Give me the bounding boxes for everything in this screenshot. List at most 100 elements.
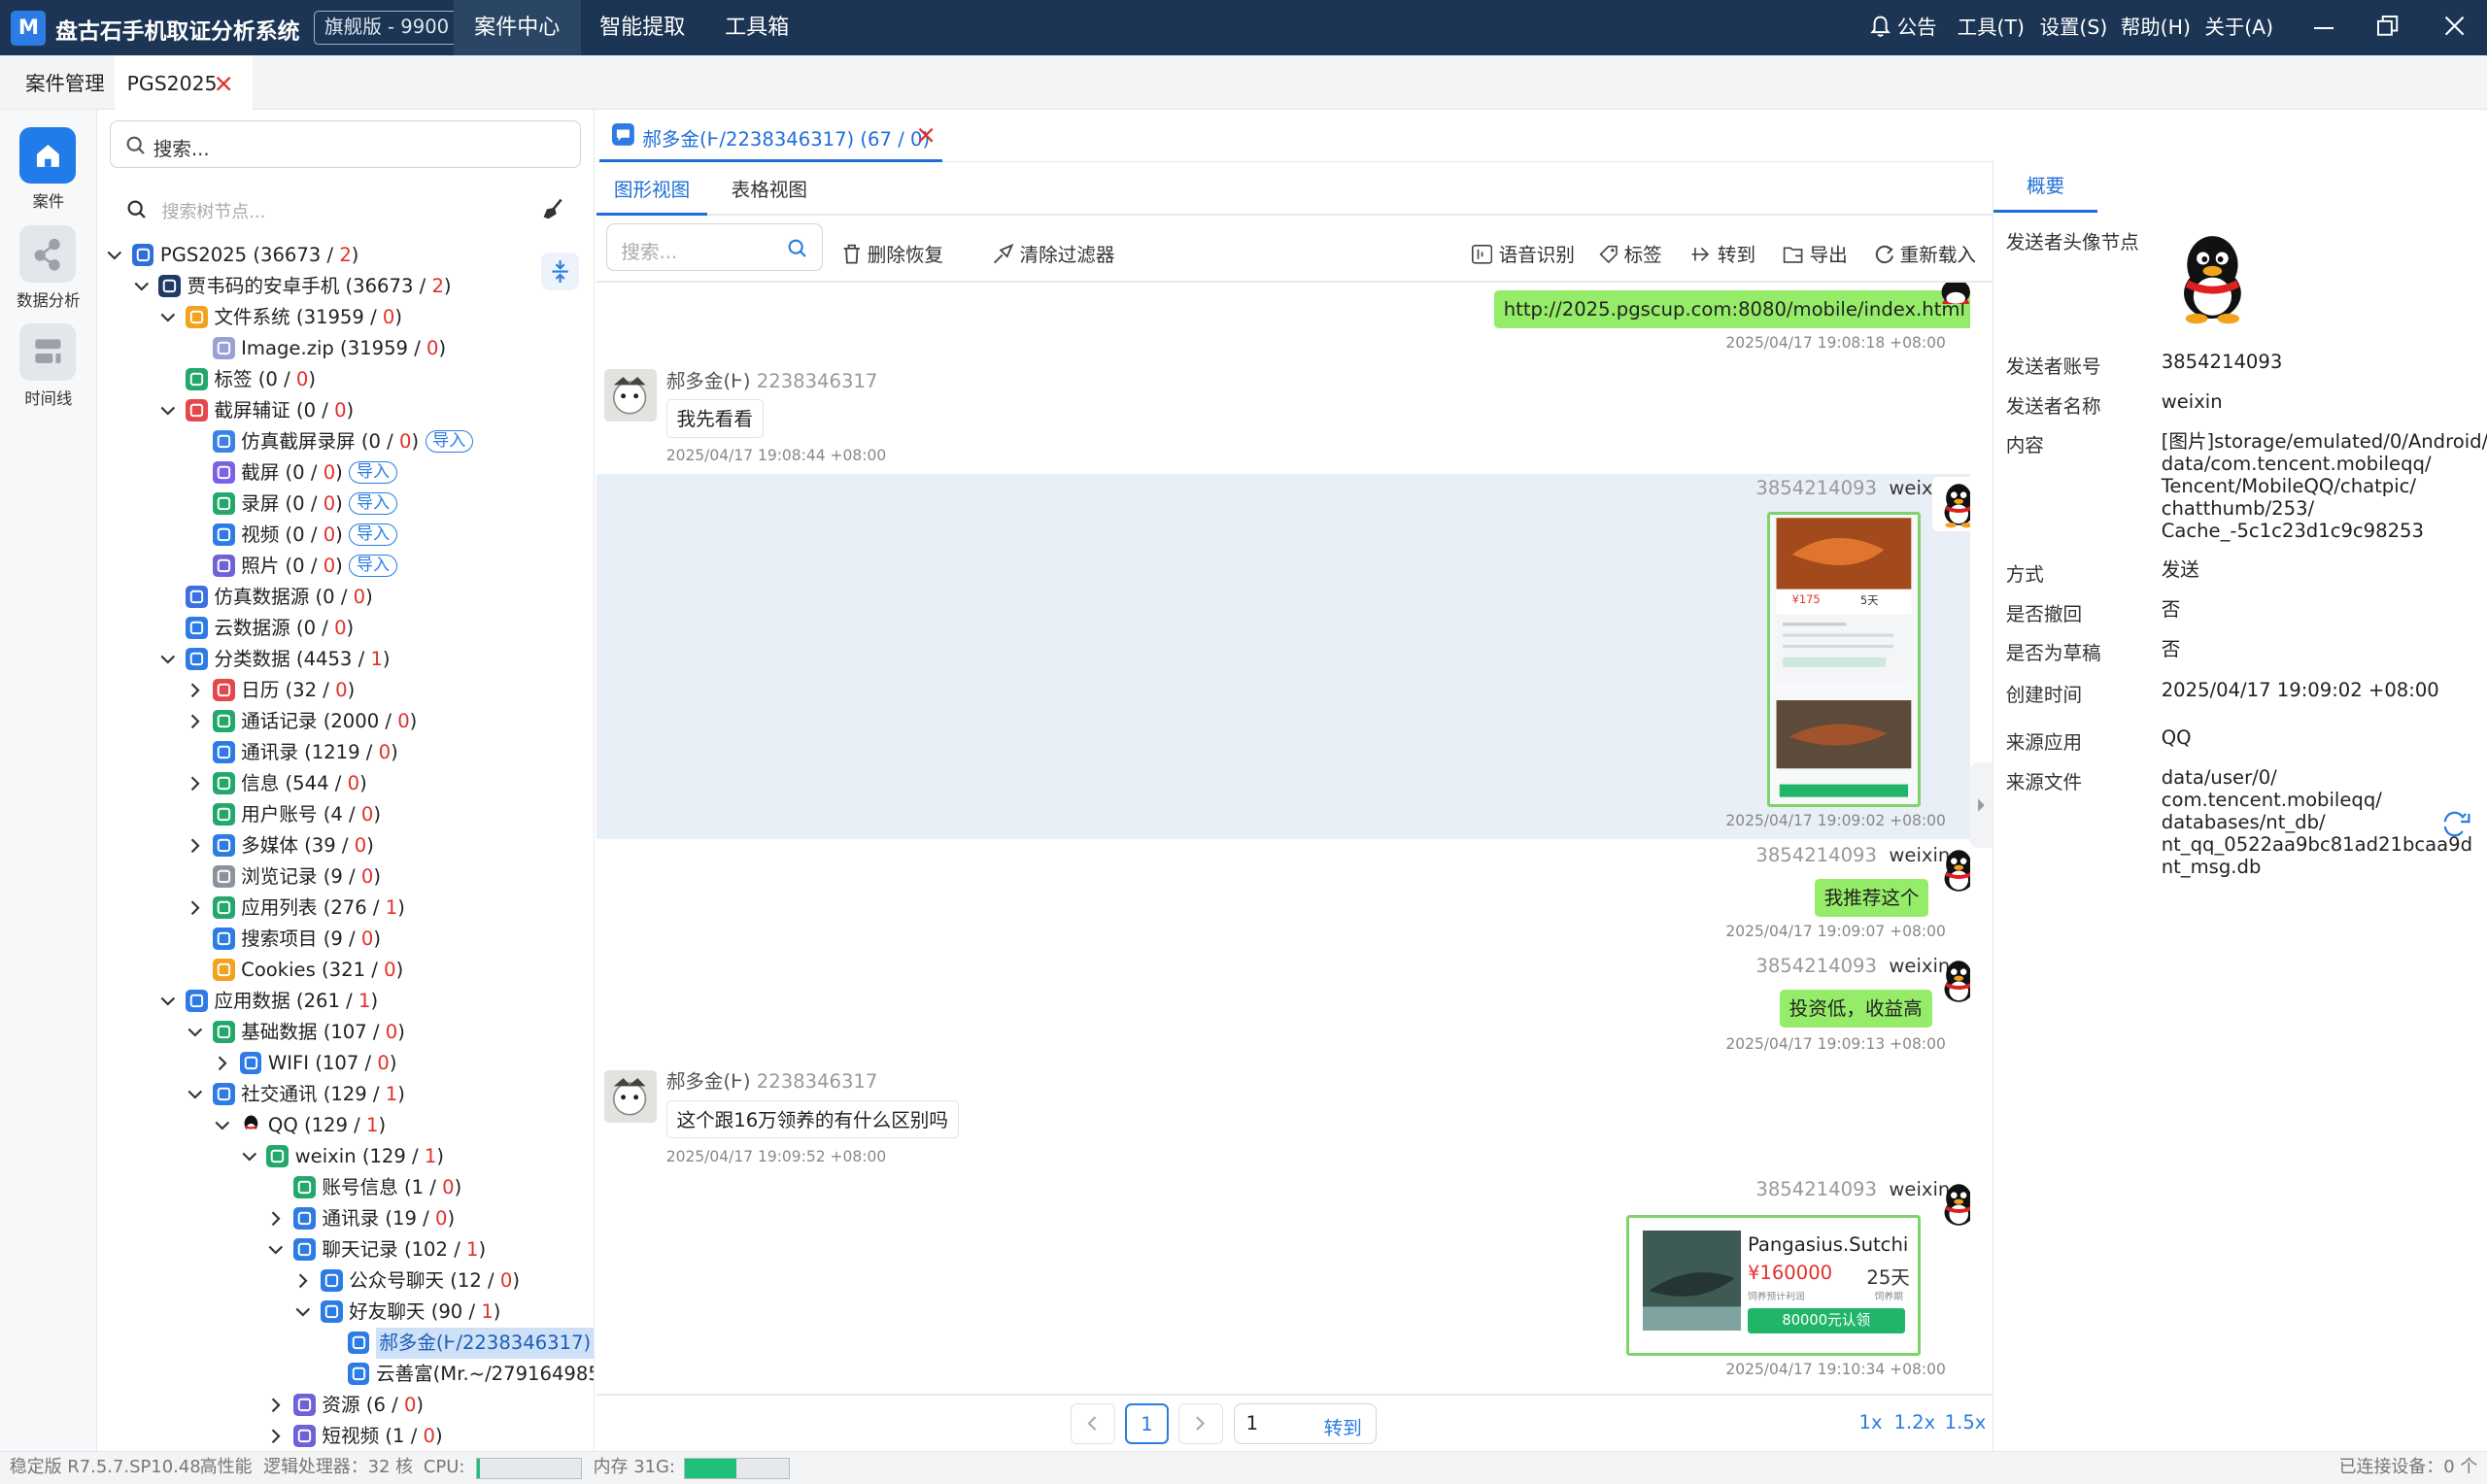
tree-node[interactable]: WIFI (107 / 0) [98, 1048, 594, 1079]
tree-node[interactable]: 社交通讯 (129 / 1) [98, 1079, 594, 1110]
import-button[interactable]: 导入 [425, 429, 473, 454]
menu-tools[interactable]: 工具(T) [1958, 0, 2025, 55]
tree-node[interactable]: 录屏 (0 / 0) 导入 [98, 489, 594, 520]
message-bubble[interactable]: 投资低，收益高 [1779, 989, 1932, 1028]
tree-node[interactable]: 多媒体 (39 / 0) [98, 830, 594, 861]
card-message[interactable]: Pangasius.Sutchi ¥160000 25天 饲养预计利润 饲养期 … [1625, 1214, 1922, 1356]
chevron-right-icon[interactable] [266, 1209, 286, 1229]
menu-help[interactable]: 帮助(H) [2121, 0, 2191, 55]
rail-timeline-button[interactable] [18, 323, 77, 381]
zoom-1-2x[interactable]: 1.2x [1893, 1411, 1935, 1433]
card-claim-button[interactable]: 80000元认领 [1747, 1307, 1905, 1333]
tree-node[interactable]: 账号信息 (1 / 0) [98, 1172, 594, 1203]
tree-search-box[interactable]: 搜索... [109, 120, 581, 169]
tree-node[interactable]: 短视频 (1 / 0) [98, 1421, 594, 1451]
tree-node[interactable]: 应用列表 (276 / 1) [98, 893, 594, 924]
import-button[interactable]: 导入 [349, 491, 397, 516]
tree-node[interactable]: 日历 (32 / 0) [98, 675, 594, 706]
menu-case-center[interactable]: 案件中心 [453, 0, 581, 56]
chevron-right-icon[interactable] [186, 681, 205, 700]
tree-node[interactable]: 信息 (544 / 0) [98, 768, 594, 799]
menu-about[interactable]: 关于(A) [2204, 0, 2273, 55]
tree-node[interactable]: weixin (129 / 1) [98, 1141, 594, 1172]
forward-button[interactable]: 转到 [1690, 240, 1755, 272]
chevron-right-icon[interactable] [266, 1396, 286, 1415]
url-message-bubble[interactable]: http://2025.pgscup.com:8080/mobile/index… [1493, 289, 1970, 328]
prev-page-button[interactable] [1071, 1402, 1115, 1445]
tree-node[interactable]: 通话记录 (2000 / 0) [98, 706, 594, 737]
chevron-down-icon[interactable] [186, 1023, 205, 1042]
chat-tab[interactable]: 郝多金(Ⱶ/2238346317) (67 / 0) [599, 110, 942, 162]
tag-button[interactable]: 标签 [1599, 240, 1662, 272]
menu-toolbox[interactable]: 工具箱 [704, 0, 810, 55]
chevron-down-icon[interactable] [158, 401, 178, 421]
tree-node[interactable]: QQ (129 / 1) [98, 1110, 594, 1141]
tab-summary[interactable]: 概要 [1993, 160, 2098, 213]
tree-node[interactable]: 资源 (6 / 0) [98, 1390, 594, 1421]
chevron-down-icon[interactable] [213, 1116, 232, 1135]
message-bubble[interactable]: 我推荐这个 [1814, 878, 1929, 917]
menu-settings[interactable]: 设置(S) [2040, 0, 2108, 55]
goto-page-input[interactable]: 1 转到 [1234, 1402, 1378, 1445]
chevron-down-icon[interactable] [158, 650, 178, 669]
chevron-down-icon[interactable] [240, 1147, 259, 1166]
tree-node[interactable]: 云数据源 (0 / 0) [98, 613, 594, 644]
bell-icon[interactable] [1870, 16, 1891, 38]
node-search-input[interactable]: 搜索树节点... [162, 198, 266, 223]
next-page-button[interactable] [1178, 1402, 1223, 1445]
broom-icon[interactable] [542, 198, 564, 220]
panel-collapse-handle[interactable] [1969, 762, 1993, 849]
import-button[interactable]: 导入 [349, 554, 397, 578]
tree-node[interactable]: 用户账号 (4 / 0) [98, 799, 594, 830]
chevron-right-icon[interactable] [186, 836, 205, 856]
restore-icon[interactable] [2377, 16, 2399, 37]
chevron-down-icon[interactable] [186, 1085, 205, 1104]
tree-node[interactable]: 通讯录 (1219 / 0) [98, 737, 594, 768]
tree-node[interactable]: 应用数据 (261 / 1) [98, 986, 594, 1017]
chevron-down-icon[interactable] [158, 308, 178, 327]
close-tab-icon[interactable] [216, 76, 231, 91]
minimize-icon[interactable] [2314, 26, 2334, 30]
tree-node[interactable]: 截屏辅证 (0 / 0) [98, 395, 594, 426]
chat-search-box[interactable]: 搜索... [605, 223, 824, 272]
chevron-right-icon[interactable] [293, 1271, 313, 1291]
chevron-right-icon[interactable] [266, 1427, 286, 1446]
tree-node[interactable]: 仿真截屏录屏 (0 / 0) 导入 [98, 426, 594, 457]
chevron-right-icon[interactable] [213, 1054, 232, 1073]
chevron-down-icon[interactable] [105, 246, 124, 265]
goto-page-button[interactable]: 转到 [1324, 1412, 1362, 1440]
tree-node[interactable]: 通讯录 (19 / 0) [98, 1203, 594, 1234]
speech-recognition-button[interactable]: 语音识别 [1472, 240, 1575, 272]
rail-case-button[interactable] [18, 126, 77, 185]
message-bubble[interactable]: 我先看看 [665, 399, 764, 438]
tree-node[interactable]: 公众号聊天 (12 / 0) [98, 1265, 594, 1297]
zoom-1x[interactable]: 1x [1859, 1411, 1883, 1433]
close-window-icon[interactable] [2444, 16, 2465, 36]
import-button[interactable]: 导入 [349, 523, 397, 547]
tree-node[interactable]: 云善富(Mr.~/279164985) [98, 1359, 594, 1390]
reload-button[interactable]: 重新载入 [1875, 240, 1976, 272]
chevron-down-icon[interactable] [293, 1302, 313, 1322]
tree-node[interactable]: 截屏 (0 / 0) 导入 [98, 457, 594, 489]
tree-node[interactable]: 贾韦码的安卓手机 (36673 / 2) [98, 271, 594, 302]
tree-node[interactable]: 聊天记录 (102 / 1) [98, 1234, 594, 1265]
tree-node[interactable]: 好友聊天 (90 / 1) [98, 1297, 594, 1328]
tree-node[interactable]: 郝多金(Ⱶ/2238346317) (6 [98, 1327, 595, 1359]
tree-node[interactable]: 分类数据 (4453 / 1) [98, 644, 594, 675]
tree-node[interactable]: 照片 (0 / 0) 导入 [98, 551, 594, 582]
sync-icon[interactable] [2440, 809, 2472, 837]
menu-notice[interactable]: 公告 [1897, 0, 1937, 55]
chevron-right-icon[interactable] [186, 898, 205, 918]
rail-analysis-button[interactable] [18, 224, 77, 283]
tab-graph-view[interactable]: 图形视图 [596, 165, 708, 217]
clear-filter-button[interactable]: 清除过滤器 [993, 240, 1114, 272]
chevron-down-icon[interactable] [158, 992, 178, 1011]
chevron-down-icon[interactable] [132, 277, 152, 296]
tree-node[interactable]: PGS2025 (36673 / 2) [98, 240, 594, 271]
page-number[interactable]: 1 [1124, 1402, 1170, 1445]
tree-node[interactable]: Cookies (321 / 0) [98, 955, 594, 986]
selected-message-row[interactable] [596, 474, 1970, 839]
import-button[interactable]: 导入 [349, 460, 397, 485]
message-bubble[interactable]: 这个跟16万领养的有什么区别吗 [665, 1100, 959, 1139]
zoom-1-5x[interactable]: 1.5x [1945, 1411, 1987, 1433]
